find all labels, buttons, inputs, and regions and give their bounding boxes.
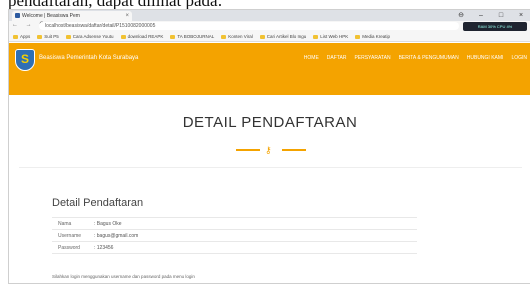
bookmark-label: Cara Adsense Youtu (72, 34, 114, 39)
bookmark-item[interactable]: List Web HPK (313, 34, 348, 39)
row-value: : bagus@gmail.com (88, 229, 417, 242)
bookmark-item[interactable]: Suit P5 (37, 34, 59, 39)
folder-icon (259, 34, 265, 39)
row-value: : Bagus Oke (88, 217, 417, 230)
close-button[interactable]: × (511, 10, 530, 21)
tab-title: Welcome | Beasiswa Pem (22, 13, 80, 19)
section-divider (19, 167, 522, 168)
ornament-line-right (282, 149, 306, 151)
menu-item-daftar[interactable]: DAFTAR (327, 55, 347, 61)
bookmark-label: Apps (20, 34, 31, 39)
menu-item-login[interactable]: LOGIN (511, 55, 527, 61)
site-header: S Beasiswa Pemerintah Kota Surabaya HOME… (9, 43, 530, 95)
browser-window: Welcome | Beasiswa Pem × ⊖ – □ × ← → C ⌂… (8, 9, 530, 284)
menu-item-persyaratan[interactable]: PERSYARATAN (354, 55, 390, 61)
page-title: DETAIL PENDAFTARAN (182, 114, 358, 131)
bookmark-label: Konten Viral (228, 34, 253, 39)
table-row: Username : bagus@gmail.com (52, 229, 417, 242)
row-label: Password (52, 241, 88, 254)
bookmark-label: TA BOBOJURNAL (177, 34, 215, 39)
bookmark-item[interactable]: Apps (13, 34, 30, 39)
window-controls: ⊖ – □ × (451, 10, 530, 21)
ornament-line-left (236, 149, 260, 151)
table-row: Password : 123456 (52, 241, 417, 254)
bookmark-item[interactable]: download REAPK (120, 34, 164, 39)
bookmark-label: Suit P5 (44, 34, 59, 39)
main-menu: HOME DAFTAR PERSYARATAN BERITA & PENGUMU… (304, 55, 527, 61)
bookmarks-bar: Apps Suit P5 Cara Adsense Youtu download… (9, 32, 530, 42)
folder-icon (221, 34, 227, 39)
url-input[interactable]: localhost/beasiswa/daftar/detail/P151008… (39, 22, 459, 30)
minimize-button[interactable]: – (471, 10, 491, 21)
card-title: Detail Pendaftaran (52, 197, 144, 209)
folder-icon (65, 34, 71, 39)
folder-icon (313, 34, 319, 39)
bookmark-item[interactable]: Cara Adsense Youtu (65, 34, 114, 39)
bookmark-label: List Web HPK (320, 34, 349, 39)
row-value: : 123456 (88, 241, 417, 254)
system-tray-widget: RAM 30% CPU 4% (463, 22, 527, 31)
favicon-icon (15, 13, 20, 18)
folder-icon (13, 34, 18, 39)
maximize-button[interactable]: □ (491, 10, 511, 21)
bookmark-item[interactable]: Cari Artikel Blo Ingu (259, 34, 307, 39)
title-ornament: ⚷ (236, 145, 306, 155)
bookmark-item[interactable]: Konten Viral (221, 34, 253, 39)
browser-tab[interactable]: Welcome | Beasiswa Pem × (12, 11, 132, 21)
login-note: Silahkan login menggunakan username dan … (52, 274, 195, 279)
profile-icon[interactable]: ⊖ (451, 10, 471, 21)
bookmark-item[interactable]: Media Kreatip (355, 34, 390, 39)
bookmark-label: Media Kreatip (362, 34, 390, 39)
bookmark-label: download REAPK (127, 34, 164, 39)
menu-item-berita[interactable]: BERITA & PENGUMUMAN (399, 55, 459, 61)
folder-icon (170, 34, 176, 39)
bookmark-label: Cari Artikel Blo Ingu (266, 34, 307, 39)
folder-icon (355, 34, 361, 39)
key-icon: ⚷ (265, 145, 272, 155)
tab-bar: Welcome | Beasiswa Pem × ⊖ – □ × (9, 10, 530, 21)
menu-item-home[interactable]: HOME (304, 55, 319, 61)
tab-close-icon[interactable]: × (125, 11, 129, 21)
menu-item-hubungi[interactable]: HUBUNGI KAMI (467, 55, 504, 61)
table-row: Nama : Bagus Oke (52, 217, 417, 230)
city-logo-icon[interactable]: S (15, 49, 35, 71)
site-brand[interactable]: Beasiswa Pemerintah Kota Surabaya (39, 55, 138, 61)
logo-letter: S (21, 52, 30, 66)
folder-icon (37, 34, 43, 39)
detail-table: Nama : Bagus Oke Username : bagus@gmail.… (52, 217, 417, 254)
folder-icon (120, 34, 126, 39)
row-label: Username (52, 229, 88, 242)
row-label: Nama (52, 217, 88, 230)
bookmark-item[interactable]: TA BOBOJURNAL (170, 34, 214, 39)
